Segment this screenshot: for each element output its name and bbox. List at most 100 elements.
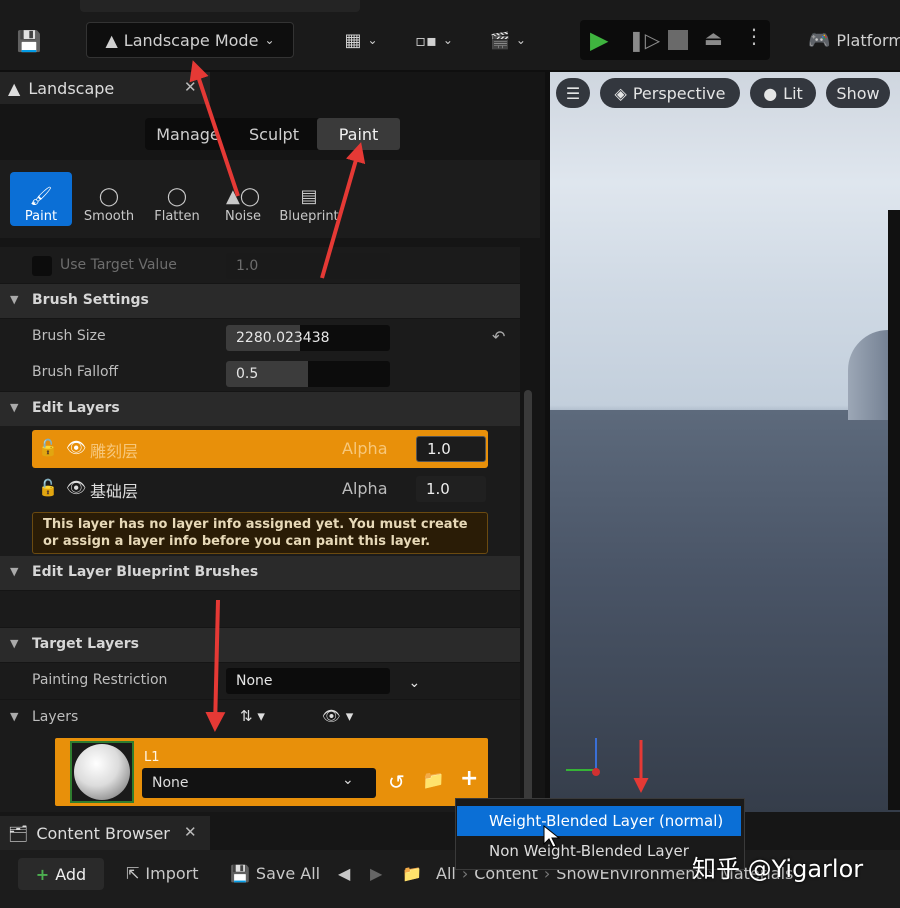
material-preview-sphere xyxy=(74,744,130,800)
alpha-field[interactable]: 1.0 xyxy=(416,476,486,502)
more-options-icon[interactable]: ⋮ xyxy=(744,24,764,48)
play-icon[interactable]: ▶ xyxy=(590,26,608,54)
painting-restriction-label: Painting Restriction xyxy=(32,672,168,688)
section-edit-layer-blueprint-brushes[interactable]: ▼ Edit Layer Blueprint Brushes xyxy=(0,556,520,590)
tab-sculpt[interactable]: Sculpt xyxy=(231,118,317,150)
sort-icon[interactable]: ⇅ ▾ xyxy=(240,707,265,725)
perspective-button[interactable]: ◈ Perspective xyxy=(600,78,740,108)
cinematics-button[interactable]: 🎬 ⌄ xyxy=(482,24,534,56)
use-target-value-checkbox[interactable] xyxy=(32,256,52,276)
tool-blueprint[interactable]: ▤ Blueprint xyxy=(278,172,340,226)
expand-triangle-icon: ▼ xyxy=(10,401,19,414)
tool-label: Noise xyxy=(224,209,262,224)
import-button[interactable]: ⇱ Import xyxy=(126,864,199,883)
use-selected-asset-icon[interactable]: ↺ xyxy=(388,770,405,794)
expand-triangle-icon: ▼ xyxy=(10,293,19,306)
eject-icon[interactable]: ⏏ xyxy=(704,26,723,50)
content-browser-title: Content Browser xyxy=(36,823,170,843)
create-layer-info-icon[interactable]: + xyxy=(460,766,478,791)
import-icon: ⇱ xyxy=(126,864,140,883)
tab-label: Sculpt xyxy=(249,124,299,144)
section-title: Edit Layers xyxy=(32,400,120,416)
step-icon[interactable]: ❚▷ xyxy=(628,28,660,52)
target-value: 1.0 xyxy=(236,258,259,274)
lit-button[interactable]: ● Lit xyxy=(750,78,816,108)
layer-info-value: None xyxy=(152,775,189,791)
tool-paint[interactable]: 🖌 Paint xyxy=(10,172,72,226)
alpha-field[interactable]: 1.0 xyxy=(416,436,486,462)
flatten-icon: ◯ xyxy=(166,186,188,207)
chevron-down-icon: ⌄ xyxy=(408,675,421,691)
menu-item-weight-blended[interactable]: Weight-Blended Layer (normal) xyxy=(457,806,741,836)
brush-size-field[interactable]: 2280.023438 xyxy=(226,325,390,351)
blueprint-brush-icon: ▤ xyxy=(300,186,318,207)
eye-icon[interactable]: 👁 xyxy=(66,478,86,497)
add-actor-button[interactable]: ▦ ⌄ xyxy=(336,24,386,56)
lit-sphere-icon: ● xyxy=(763,83,778,103)
lit-label: Lit xyxy=(783,83,803,103)
history-back-icon[interactable]: ◀ xyxy=(338,864,350,883)
show-button[interactable]: Show xyxy=(826,78,890,108)
painting-restriction-row: Painting Restriction None ⌄ xyxy=(0,663,520,699)
panel-scrollbar[interactable] xyxy=(524,390,532,810)
alpha-value: 1.0 xyxy=(427,440,451,458)
close-icon[interactable]: ✕ xyxy=(184,78,197,96)
viewport-menu-button[interactable]: ☰ xyxy=(556,78,590,108)
save-icon[interactable]: 💾 xyxy=(12,26,46,56)
target-layer-name: L1 xyxy=(144,750,160,765)
tool-flatten[interactable]: ◯ Flatten xyxy=(146,172,208,226)
cube-add-icon: ▦ xyxy=(344,29,362,51)
tool-label: Smooth xyxy=(83,209,135,224)
folder-icon[interactable]: 📁 xyxy=(402,864,422,883)
play-controls: ▶ ❚▷ ⏏ ⋮ xyxy=(580,20,770,60)
browse-folder-icon[interactable]: 📁 xyxy=(422,770,444,791)
tool-noise[interactable]: ▲◯ Noise xyxy=(212,172,274,226)
edit-layer-row[interactable]: 🔓 👁 基础层 Alpha 1.0 xyxy=(32,470,488,508)
section-target-layers[interactable]: ▼ Target Layers xyxy=(0,628,520,662)
reset-icon[interactable]: ↶ xyxy=(492,327,505,346)
mode-label: Landscape Mode xyxy=(123,30,259,50)
use-target-value-label: Use Target Value xyxy=(60,257,177,273)
panel-tab[interactable]: ▲ Landscape ✕ xyxy=(0,72,210,104)
tab-label: Manage xyxy=(156,124,220,144)
brush-falloff-label: Brush Falloff xyxy=(32,364,119,380)
brush-falloff-field[interactable]: 0.5 xyxy=(226,361,390,387)
smooth-icon: ◯ xyxy=(98,186,120,207)
content-browser-tab[interactable]: 🗂 Content Browser ✕ xyxy=(0,816,210,850)
painting-restriction-select[interactable]: None ⌄ xyxy=(226,668,420,694)
edit-layer-row[interactable]: 🔓 👁 雕刻层 Alpha 1.0 xyxy=(32,430,488,468)
tool-smooth[interactable]: ◯ Smooth xyxy=(78,172,140,226)
history-forward-icon[interactable]: ▶ xyxy=(370,864,382,883)
noise-icon: ▲◯ xyxy=(226,186,260,207)
target-value-field[interactable]: 1.0 xyxy=(226,253,390,279)
tab-manage[interactable]: Manage xyxy=(145,118,231,150)
unlock-icon[interactable]: 🔓 xyxy=(38,478,58,497)
platforms-label: Platform xyxy=(836,30,900,50)
section-brush-settings[interactable]: ▼ Brush Settings xyxy=(0,284,520,318)
tab-paint[interactable]: Paint xyxy=(317,118,400,150)
platforms-button[interactable]: 🎮 Platform xyxy=(808,24,900,56)
perspective-label: Perspective xyxy=(632,83,726,103)
section-edit-layers[interactable]: ▼ Edit Layers xyxy=(0,392,520,426)
eye-icon[interactable]: 👁 xyxy=(66,438,86,457)
brush-icon: 🖌 xyxy=(29,186,53,207)
close-icon[interactable]: ✕ xyxy=(184,823,197,841)
landscape-icon: ▲ xyxy=(8,78,21,98)
expand-triangle-icon[interactable]: ▼ xyxy=(10,710,18,723)
blueprint-button[interactable]: ▫▪ ⌄ xyxy=(408,24,460,56)
save-all-button[interactable]: 💾 Save All xyxy=(230,864,320,883)
section-title: Edit Layer Blueprint Brushes xyxy=(32,564,259,580)
visibility-filter-icon[interactable]: 👁 ▾ xyxy=(322,707,353,725)
show-label: Show xyxy=(836,83,880,103)
layer-info-select[interactable]: None ⌄ xyxy=(142,768,376,798)
brush-size-label: Brush Size xyxy=(32,328,106,344)
breadcrumb-item[interactable]: All xyxy=(436,864,456,883)
alpha-value: 1.0 xyxy=(426,480,450,498)
add-button[interactable]: + Add xyxy=(18,858,104,890)
chevron-down-icon: ⌄ xyxy=(515,33,526,47)
unlock-icon[interactable]: 🔓 xyxy=(38,438,58,457)
mode-selector-button[interactable]: ▲ Landscape Mode ⌄ xyxy=(86,22,294,58)
section-title: Brush Settings xyxy=(32,292,149,308)
level-tab[interactable] xyxy=(80,0,360,12)
stop-icon[interactable] xyxy=(668,30,688,50)
